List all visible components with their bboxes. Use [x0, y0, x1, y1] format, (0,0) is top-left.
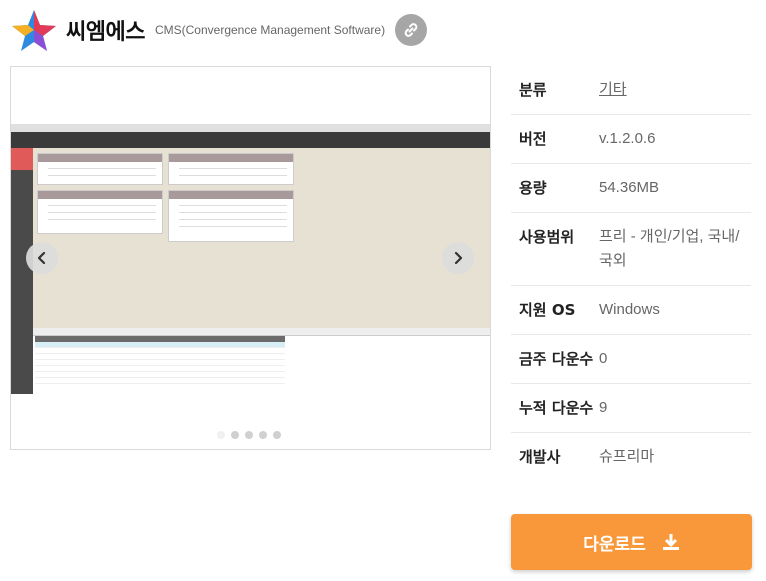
info-label: 버전: [519, 130, 547, 148]
star-logo-icon: [12, 10, 56, 51]
info-value: v.1.2.0.6: [599, 130, 656, 147]
info-row-os: 지원 OS Windows: [511, 286, 751, 335]
slide-dot[interactable]: [273, 431, 281, 439]
info-value: 프리 - 개인/기업, 국내/국외: [599, 228, 740, 269]
link-button[interactable]: [395, 14, 428, 46]
download-icon: [662, 534, 679, 550]
prev-slide-button[interactable]: [26, 242, 58, 274]
screenshot-image: [11, 124, 490, 394]
slide-dot[interactable]: [259, 431, 267, 439]
info-row-category: 분류 기타: [511, 66, 751, 115]
download-button[interactable]: 다운로드: [511, 514, 752, 570]
screenshot-gallery: [10, 66, 491, 450]
next-slide-button[interactable]: [442, 242, 474, 274]
info-label: 지원 OS: [519, 301, 576, 319]
info-value: 54.36MB: [599, 179, 660, 196]
chevron-right-icon: [454, 251, 463, 265]
slide-dot[interactable]: [217, 431, 225, 439]
info-row-version: 버전 v.1.2.0.6: [511, 115, 751, 164]
info-row-size: 용량 54.36MB: [511, 164, 751, 213]
slide-dot[interactable]: [245, 431, 253, 439]
info-value: 0: [599, 350, 608, 367]
link-icon: [404, 23, 418, 37]
info-label: 누적 다운수: [519, 399, 594, 417]
app-subtitle: CMS(Convergence Management Software): [154, 23, 386, 37]
chevron-left-icon: [37, 251, 46, 265]
info-row-weekly-downloads: 금주 다운수 0: [511, 335, 751, 384]
info-row-total-downloads: 누적 다운수 9: [511, 384, 751, 433]
info-label: 사용범위: [519, 228, 575, 246]
app-header: 씨엠에스 CMS(Convergence Management Software…: [10, 8, 428, 52]
info-value: 슈프리마: [599, 448, 655, 465]
download-label: 다운로드: [583, 534, 646, 555]
info-label: 개발사: [519, 448, 561, 466]
category-link[interactable]: 기타: [599, 78, 743, 102]
info-label: 금주 다운수: [519, 350, 594, 368]
info-value: 9: [599, 399, 608, 416]
info-row-developer: 개발사 슈프리마: [511, 433, 751, 481]
info-label: 분류: [519, 81, 547, 99]
info-label: 용량: [519, 179, 547, 197]
app-title: 씨엠에스: [66, 20, 145, 45]
app-info-table: 분류 기타 버전 v.1.2.0.6 용량 54.36MB 사용범위 프리 - …: [511, 66, 751, 481]
slide-indicator: [217, 431, 281, 439]
slide-dot[interactable]: [231, 431, 239, 439]
info-value: Windows: [599, 301, 660, 318]
info-row-usage: 사용범위 프리 - 개인/기업, 국내/국외: [511, 213, 751, 286]
